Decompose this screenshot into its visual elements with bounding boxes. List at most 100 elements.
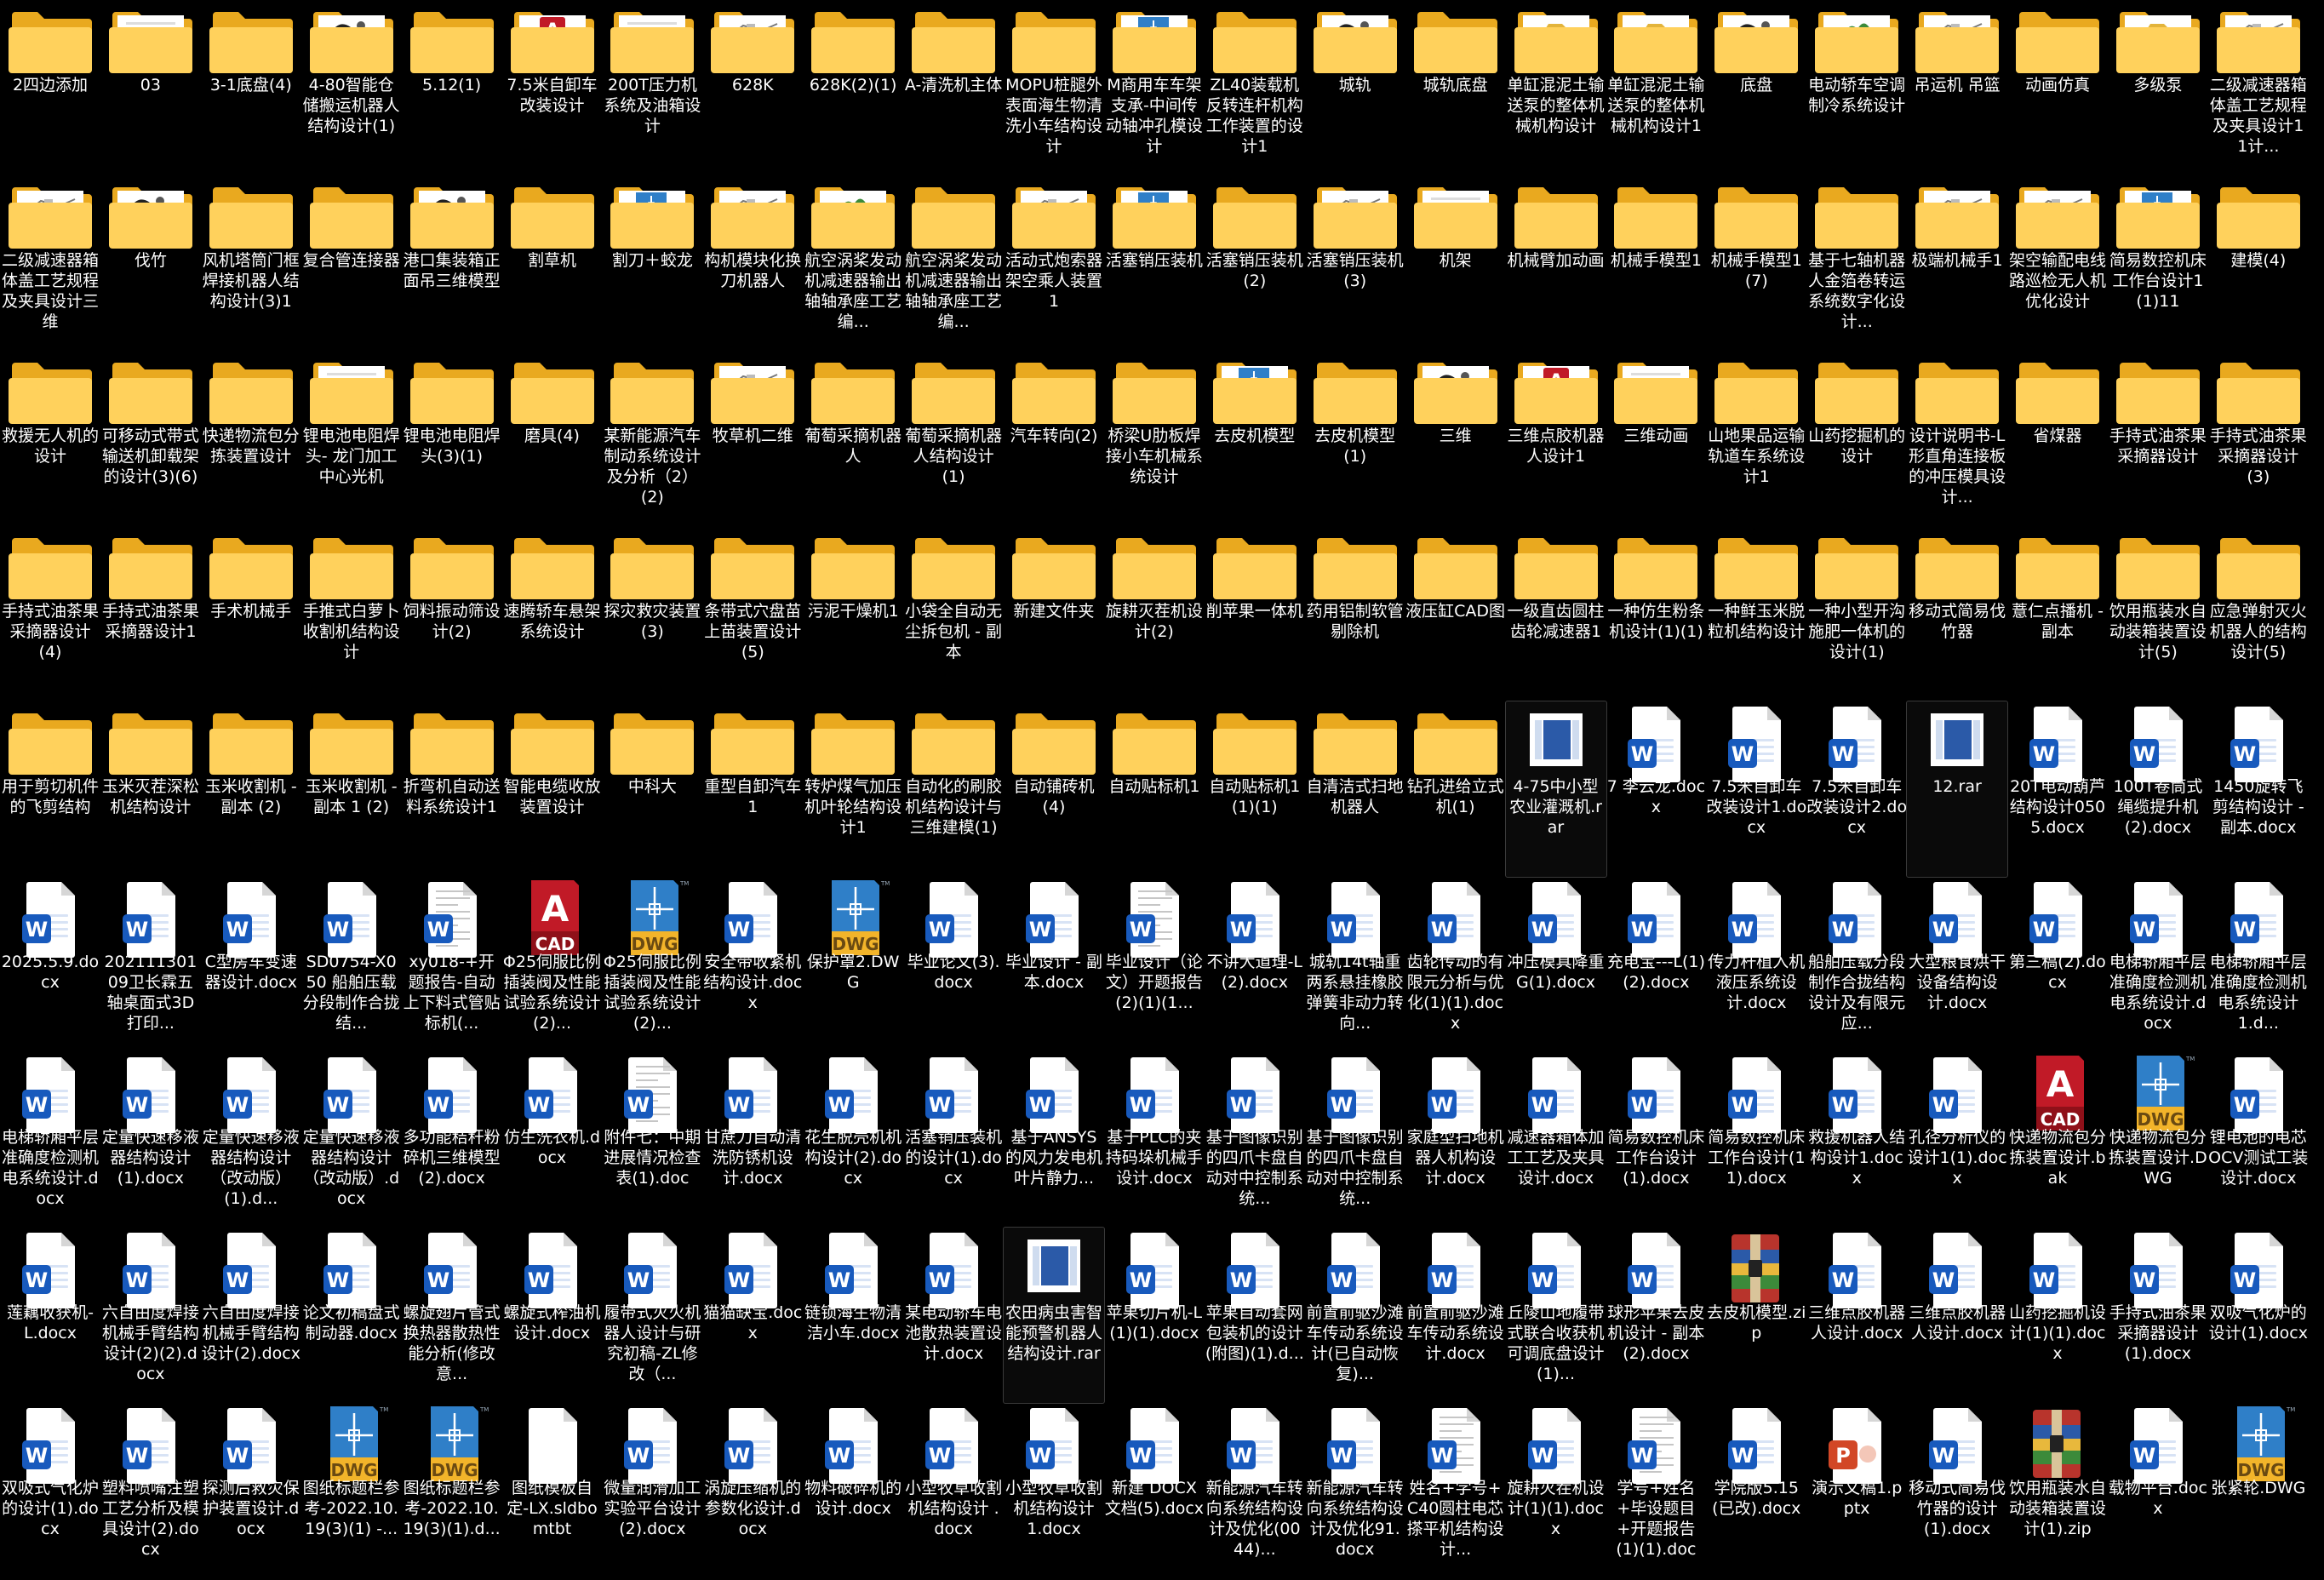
desktop-item[interactable]: W 2025.5.9.docx [0, 877, 100, 1052]
desktop-item[interactable]: 手持式油茶果采摘器设计(3) [2208, 351, 2309, 526]
desktop-item[interactable]: W 定量快速移液器结构设计（改动版）.docx [301, 1052, 402, 1228]
desktop-item[interactable]: W 探测后救灾保护装置设计.docx [201, 1403, 301, 1578]
desktop-item[interactable]: 桥梁U肋板焊接小车机械系统设计 [1104, 351, 1205, 526]
desktop-item[interactable]: W 7.5米自卸车改装设计2.docx [1806, 701, 1907, 877]
desktop-item[interactable]: 条带式穴盘苗上苗装置设计(5) [702, 526, 803, 701]
desktop-item[interactable]: W 六自由度焊接机械手臂结构设计(2).docx [201, 1228, 301, 1403]
desktop-item[interactable]: W 冲压模具降重G(1).docx [1506, 877, 1606, 1052]
desktop-item[interactable]: W 简易数控机床工作台设计(1).docx [1606, 1052, 1706, 1228]
desktop-item[interactable]: W 猫猫缺宝.docx [702, 1228, 803, 1403]
desktop-item[interactable]: 可移动式带式输送机卸载架的设计(3)(6) [100, 351, 201, 526]
desktop-item[interactable]: W 毕业论文(3).docx [903, 877, 1004, 1052]
desktop-item[interactable]: 风机塔筒门框焊接机器人结构设计(3)1 [201, 175, 301, 351]
desktop-item[interactable]: 一种仿生粉条机设计(1)(1) [1606, 526, 1706, 701]
desktop-item[interactable]: 活塞销压装机 [1104, 175, 1205, 351]
desktop-item[interactable]: W 前置前驱沙滩车传动系统设计(已自动恢复)... [1305, 1228, 1405, 1403]
desktop-item[interactable]: DWG TM 图纸标题栏参考-2022.10.19(3)(1) -... [301, 1403, 402, 1578]
desktop-item[interactable]: W 电梯轿厢平层准确度检测机电系统设计 1.d... [2208, 877, 2309, 1052]
desktop-item[interactable]: W 附件七：中期进展情况检查表(1).doc [602, 1052, 702, 1228]
desktop-item[interactable]: 玉米收割机 - 副本 1 (2) [301, 701, 402, 877]
desktop-item[interactable]: 200T压力机系统及油箱设计 [602, 0, 702, 175]
desktop-item[interactable]: A CAD Φ25伺服比例插装阀及性能试验系统设计(2)... [502, 877, 603, 1052]
desktop-item[interactable]: 药用铝制软管剔除机 [1305, 526, 1405, 701]
desktop-item[interactable]: 移动式简易伐竹器 [1907, 526, 2007, 701]
desktop-item[interactable]: W 船舶压载分段制作合拢结构设计及有限元应... [1806, 877, 1907, 1052]
desktop-item[interactable]: 628K [702, 0, 803, 175]
desktop-item[interactable]: W 基于图像识别的四爪卡盘自动对中控制系统... [1305, 1052, 1405, 1228]
desktop-item[interactable]: W 学院版5.15(已改).docx [1706, 1403, 1806, 1578]
desktop-item[interactable]: W 莲藕收获机-L.docx [0, 1228, 100, 1403]
desktop-item[interactable]: 救援无人机的设计 [0, 351, 100, 526]
desktop-item[interactable]: W 仿生洗衣机.docx [502, 1052, 603, 1228]
desktop-item[interactable]: 一级直齿圆柱齿轮减速器1 [1506, 526, 1606, 701]
desktop-item[interactable]: W 载物平台.docx [2108, 1403, 2208, 1578]
desktop-item[interactable]: W 7 李云龙.docx [1606, 701, 1706, 877]
desktop-item[interactable]: W 100T卷筒式绳缆提升机(2).docx [2108, 701, 2208, 877]
desktop-item[interactable]: 单缸混泥土输送泵的整体机械机构设计1 [1606, 0, 1706, 175]
desktop-item[interactable]: DWG TM 快递物流包分拣装置设计.DWG [2108, 1052, 2208, 1228]
desktop-item[interactable]: W 双吸气化炉的设计(1).docx [2208, 1228, 2309, 1403]
desktop-item[interactable]: 去皮机模型.zip [1706, 1228, 1806, 1403]
desktop-item[interactable]: 重型自卸汽车1 [702, 701, 803, 877]
desktop-item[interactable]: DWG TM Φ25伺服比例插装阀及性能试验系统设计(2)... [602, 877, 702, 1052]
desktop-item[interactable]: W 六自由度焊接机械手臂结构设计(2)(2).docx [100, 1228, 201, 1403]
desktop-item[interactable]: M商用车车架支承-中间传动轴冲孔模设计 [1104, 0, 1205, 175]
desktop-item[interactable]: W 新能源汽车转向系统结构设计及优化91.docx [1305, 1403, 1405, 1578]
desktop-item[interactable]: 磨具(4) [502, 351, 603, 526]
desktop-item[interactable]: 2四边添加 [0, 0, 100, 175]
desktop-item[interactable]: W 苹果切片机-L(1)(1).docx [1104, 1228, 1205, 1403]
desktop-item[interactable]: 12.rar [1906, 701, 2009, 878]
desktop-item[interactable]: 速腾轿车悬架系统设计 [502, 526, 603, 701]
desktop-item[interactable]: 锂电池电阻焊头(3)(1) [402, 351, 502, 526]
desktop-item[interactable]: 机架 [1405, 175, 1506, 351]
desktop-item[interactable]: W 20211130109卫长霖五轴桌面式3D打印... [100, 877, 201, 1052]
desktop-item[interactable]: 快递物流包分拣装置设计 [201, 351, 301, 526]
desktop-item[interactable]: W 螺旋翅片管式换热器散热性能分析(修改意... [402, 1228, 502, 1403]
desktop-item[interactable]: 复合管连接器 [301, 175, 402, 351]
desktop-item[interactable]: 简易数控机床工作台设计1(1)11 [2108, 175, 2208, 351]
desktop-item[interactable]: 手推式白萝卜收割机结构设计 [301, 526, 402, 701]
desktop-item[interactable]: W 基于PLC的夹持码垛机械手设计.docx [1104, 1052, 1205, 1228]
desktop-item[interactable]: 城轨 [1305, 0, 1405, 175]
desktop-item[interactable]: W 救援机器人结构设计1.docx [1806, 1052, 1907, 1228]
desktop-item[interactable]: W 1450旋转飞剪结构设计 - 副本.docx [2208, 701, 2309, 877]
desktop-item[interactable]: 汽车转向(2) [1004, 351, 1104, 526]
desktop-item[interactable]: 钻孔进给立式机(1) [1405, 701, 1506, 877]
desktop-item[interactable]: A7.5米自卸车改装设计 [502, 0, 603, 175]
desktop-item[interactable]: 航空涡桨发动机减速器输出轴轴承座工艺编... [803, 175, 903, 351]
desktop-item[interactable]: 自动化的刷胶机结构设计与三维建模(1) [903, 701, 1004, 877]
desktop-item[interactable]: W 锂电池的电芯OCV测试工装设计.docx [2208, 1052, 2309, 1228]
desktop-item[interactable]: W 螺旋式榨油机设计.docx [502, 1228, 603, 1403]
desktop-item[interactable]: 基于七轴机器人金箔卷转运系统数字化设计... [1806, 175, 1907, 351]
desktop-item[interactable]: 航空涡桨发动机减速器输出轴轴承座工艺编... [903, 175, 1004, 351]
desktop-item[interactable]: W 孔径分析仪的设计1(1).docx [1907, 1052, 2007, 1228]
desktop-item[interactable]: 03 [100, 0, 201, 175]
desktop-item[interactable]: 机械手模型1 [1606, 175, 1706, 351]
desktop-item[interactable]: 薏仁点播机 - 副本 [2007, 526, 2108, 701]
desktop-item[interactable]: W 电梯轿厢平层准确度检测机电系统设计.docx [0, 1052, 100, 1228]
desktop-item[interactable]: W 第三稿(2).docx [2007, 877, 2108, 1052]
desktop-item[interactable]: W 不讲大道理-L(2).docx [1205, 877, 1305, 1052]
desktop-item[interactable]: W 前置前驱沙滩车传动系统设计.docx [1405, 1228, 1506, 1403]
desktop-item[interactable]: 自动铺砖机(4) [1004, 701, 1104, 877]
desktop-item[interactable]: 省煤器 [2007, 351, 2108, 526]
desktop-item[interactable]: W 7.5米自卸车改装设计1.docx [1706, 701, 1806, 877]
desktop-item[interactable]: 多级泵 [2108, 0, 2208, 175]
desktop-item[interactable]: 削苹果一体机 [1205, 526, 1305, 701]
desktop-item[interactable]: 饲料振动筛设计(2) [402, 526, 502, 701]
desktop-item[interactable]: W C型房车变速器设计.docx [201, 877, 301, 1052]
desktop-item[interactable]: MOPU桩腿外表面海生物清洗小车结构设计 [1004, 0, 1104, 175]
desktop-item[interactable]: 5.12(1) [402, 0, 502, 175]
desktop-item[interactable]: 极端机械手1 [1907, 175, 2007, 351]
desktop-item[interactable]: 单缸混泥土输送泵的整体机械机构设计 [1506, 0, 1606, 175]
desktop-item[interactable]: 架空输配电线路巡检无人机优化设计 [2007, 175, 2108, 351]
desktop-item[interactable]: W 安全带收紧机结构设计.docx [702, 877, 803, 1052]
desktop-item[interactable]: DWG TM 保护罩2.DWG [803, 877, 903, 1052]
desktop-item[interactable]: W 齿轮传动的有限元分析与优化(1)(1).docx [1405, 877, 1506, 1052]
desktop-item[interactable]: A三维点胶机器人设计1 [1506, 351, 1606, 526]
desktop-item[interactable]: Wxy018-+开题报告-自动上下料式管贴标机(... [402, 877, 502, 1052]
desktop-item[interactable]: W 三维点胶机器人设计.docx [1806, 1228, 1907, 1403]
desktop-item[interactable]: 探灾救灾装置(3) [602, 526, 702, 701]
desktop-item[interactable]: W 简易数控机床工作台设计(11).docx [1706, 1052, 1806, 1228]
desktop-item[interactable]: W 小型牧草收割机结构设计 .docx [903, 1403, 1004, 1578]
